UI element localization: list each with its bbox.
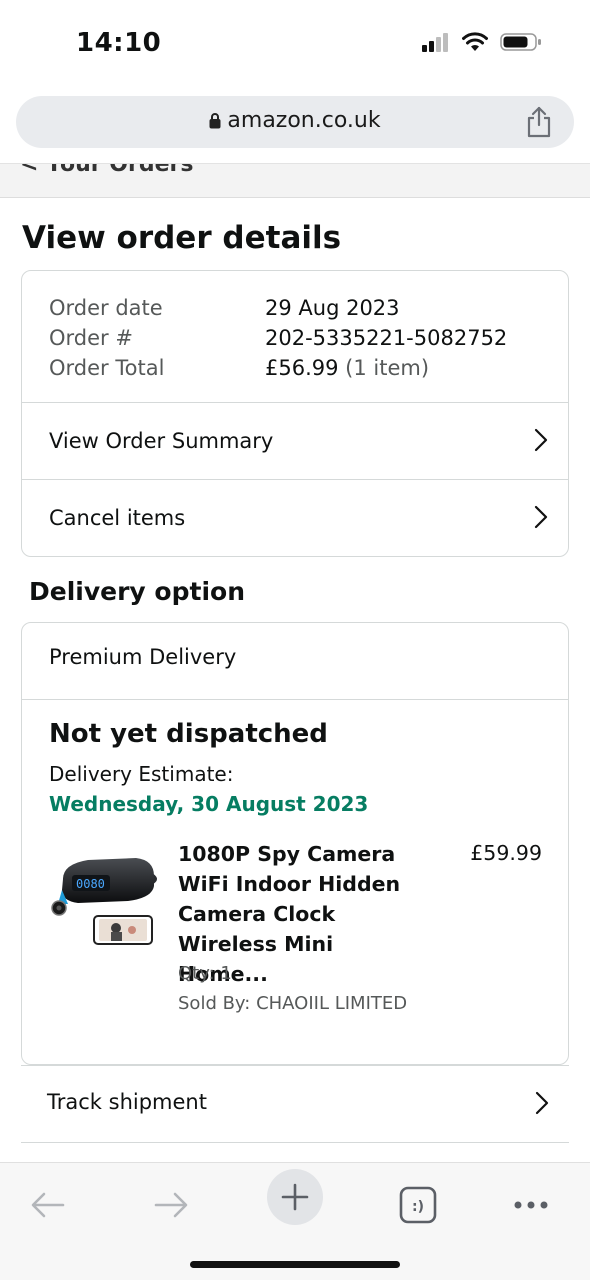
product-seller: Sold By: CHAOIIL LIMITED (178, 993, 408, 1014)
more-button[interactable] (503, 1177, 559, 1233)
order-number-value: 202-5335221-5082752 (265, 326, 508, 350)
back-button[interactable] (20, 1177, 76, 1233)
delivery-estimate-date: Wednesday, 30 August 2023 (49, 792, 369, 816)
product-image[interactable]: 0080 (48, 846, 158, 946)
forward-button[interactable] (143, 1177, 199, 1233)
status-icons (422, 32, 542, 52)
forward-arrow-icon (154, 1192, 188, 1218)
page-title: View order details (22, 220, 342, 256)
clock-display: 0080 (76, 877, 105, 891)
status-bar: 14:10 (0, 0, 590, 90)
home-indicator (190, 1261, 400, 1268)
new-tab-button[interactable] (267, 1169, 323, 1225)
share-icon[interactable] (526, 106, 552, 138)
delivery-estimate-label: Delivery Estimate: (49, 762, 234, 786)
cancel-items-row[interactable]: Cancel items (22, 479, 568, 556)
url-text: amazon.co.uk (227, 108, 381, 133)
back-arrow-icon (31, 1192, 65, 1218)
lock-icon (209, 113, 221, 129)
tabs-label: :) (412, 1199, 424, 1215)
tabs-button[interactable]: :) (390, 1177, 446, 1233)
order-number-row: Order # 202-5335221-5082752 (49, 323, 507, 353)
view-order-summary-label: View Order Summary (49, 429, 274, 453)
track-shipment-label: Track shipment (47, 1090, 207, 1114)
chevron-right-icon (534, 505, 548, 529)
battery-icon (500, 33, 541, 51)
delivery-option-name: Premium Delivery (49, 645, 237, 669)
your-orders-back-header[interactable]: < Your Orders (0, 163, 590, 198)
dispatch-status: Not yet dispatched (49, 719, 328, 749)
order-number-label: Order # (49, 326, 133, 350)
cancel-items-label: Cancel items (49, 506, 186, 530)
delivery-card: Premium Delivery Not yet dispatched Deli… (21, 622, 569, 1065)
signal-icon (422, 33, 448, 52)
chevron-right-icon (534, 428, 548, 452)
url-display[interactable]: amazon.co.uk (16, 108, 574, 133)
your-orders-link[interactable]: < Your Orders (20, 164, 193, 177)
order-item-count: (1 item) (345, 356, 430, 380)
browser-toolbar: :) (0, 1162, 590, 1280)
order-date-row: Order date 29 Aug 2023 (49, 293, 507, 323)
product-price: £59.99 (470, 841, 542, 865)
track-shipment-row[interactable]: Track shipment (21, 1065, 569, 1143)
order-total-group: £56.99 (1 item) (265, 353, 429, 383)
view-order-summary-row[interactable]: View Order Summary (22, 402, 568, 479)
order-date-value: 29 Aug 2023 (265, 296, 400, 320)
chevron-right-icon (535, 1091, 549, 1115)
delivery-option-heading: Delivery option (29, 577, 245, 606)
wifi-icon (462, 32, 488, 51)
order-total-value: £56.99 (265, 356, 339, 380)
product-quantity: Qty: 1 (178, 963, 232, 984)
status-time: 14:10 (76, 28, 162, 58)
order-total-row: Order Total £56.99 (1 item) (49, 353, 507, 383)
order-date-label: Order date (49, 296, 163, 320)
order-total-label: Order Total (49, 356, 165, 380)
order-info-card: Order date 29 Aug 2023 Order # 202-53352… (21, 270, 569, 557)
address-bar[interactable]: amazon.co.uk (16, 96, 574, 148)
plus-icon (281, 1183, 309, 1211)
order-info: Order date 29 Aug 2023 Order # 202-53352… (49, 293, 507, 383)
divider (22, 699, 568, 700)
more-icon (514, 1201, 548, 1209)
tabs-icon: :) (399, 1186, 437, 1224)
